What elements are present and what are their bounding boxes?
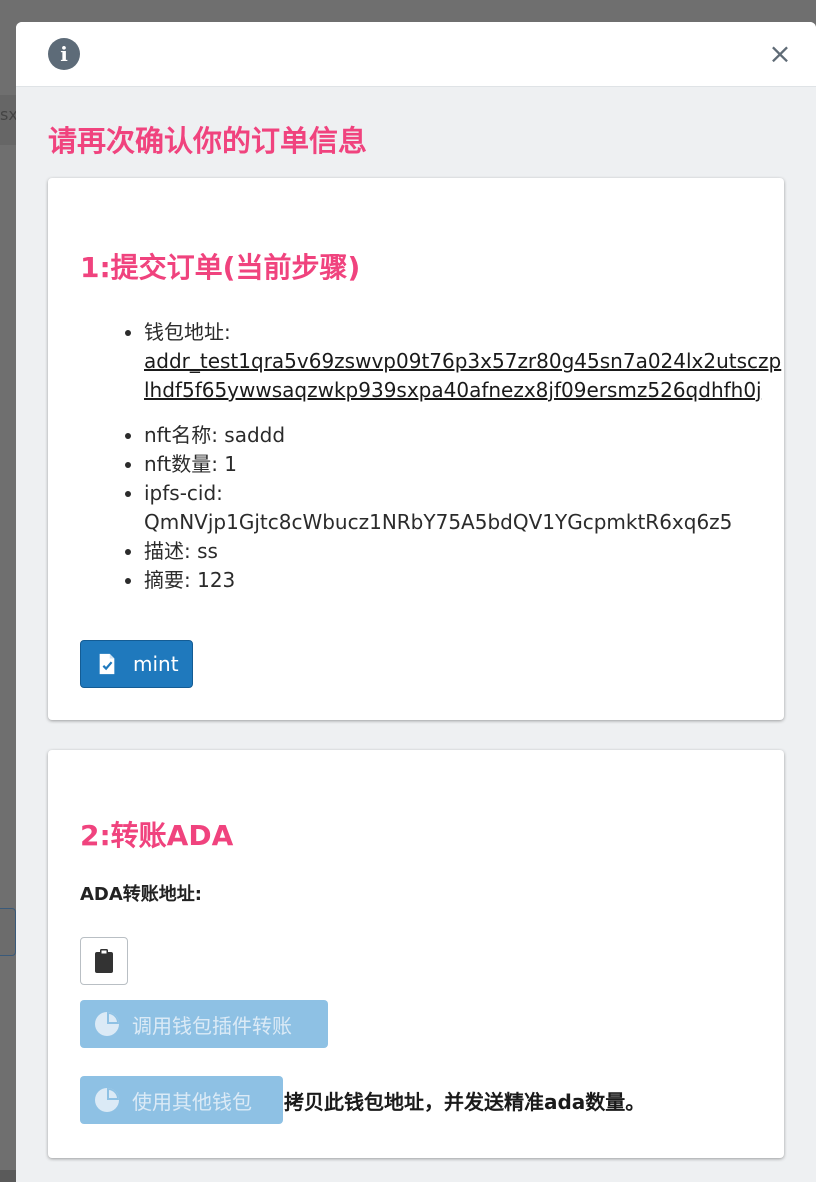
other-wallet-button[interactable]: 使用其他钱包 xyxy=(80,1076,283,1124)
pie-chart-icon xyxy=(95,1012,119,1036)
ada-address-label: ADA转账地址: xyxy=(80,884,203,905)
copy-address-button[interactable] xyxy=(80,937,128,985)
list-item-summary: 摘要: 123 xyxy=(144,566,784,595)
pie-chart-icon xyxy=(95,1088,119,1112)
order-detail-list: 钱包地址: addr_test1qra5v69zswvp09t76p3x57zr… xyxy=(112,318,784,595)
backdrop-input-edge xyxy=(0,908,16,956)
list-item-wallet-address: 钱包地址: addr_test1qra5v69zswvp09t76p3x57zr… xyxy=(144,318,784,405)
transfer-ada-card: 2:转账ADA ADA转账地址: 调用钱包插件转账 使用其他钱包 拷贝此钱包地址… xyxy=(48,750,784,1158)
wallet-address-link[interactable]: addr_test1qra5v69zswvp09t76p3x57zr80g45s… xyxy=(144,347,784,405)
info-icon: i xyxy=(48,38,80,70)
confirm-order-modal: i × 请再次确认你的订单信息 1:提交订单(当前步骤) 钱包地址: addr_… xyxy=(16,22,816,1182)
close-icon[interactable]: × xyxy=(764,38,796,70)
mint-button-label: mint xyxy=(133,652,179,676)
wallet-plugin-transfer-button[interactable]: 调用钱包插件转账 xyxy=(80,1000,328,1048)
list-item-nft-name: nft名称: saddd xyxy=(144,421,784,450)
list-item-nft-count: nft数量: 1 xyxy=(144,450,784,479)
list-item-ipfs-cid: ipfs-cid: QmNVjp1Gjtc8cWbucz1NRbY75A5bdQ… xyxy=(144,479,784,537)
page-title: 请再次确认你的订单信息 xyxy=(48,124,368,158)
wallet-address-label: 钱包地址: xyxy=(144,320,231,344)
clipboard-icon xyxy=(95,949,113,973)
wallet-plugin-button-label: 调用钱包插件转账 xyxy=(132,1013,292,1038)
list-item-description: 描述: ss xyxy=(144,537,784,566)
file-check-icon xyxy=(99,653,115,675)
copy-address-note: 拷贝此钱包地址，并发送精准ada数量。 xyxy=(284,1090,646,1114)
step1-title: 1:提交订单(当前步骤) xyxy=(80,251,361,284)
ipfs-cid-value: QmNVjp1Gjtc8cWbucz1NRbY75A5bdQV1YGcpmktR… xyxy=(144,510,733,534)
modal-header: i × xyxy=(16,22,816,87)
submit-order-card: 1:提交订单(当前步骤) 钱包地址: addr_test1qra5v69zswv… xyxy=(48,178,784,720)
mint-button[interactable]: mint xyxy=(80,640,193,688)
step2-title: 2:转账ADA xyxy=(80,819,234,852)
ipfs-cid-label: ipfs-cid: xyxy=(144,481,223,505)
other-wallet-button-label: 使用其他钱包 xyxy=(132,1089,252,1114)
